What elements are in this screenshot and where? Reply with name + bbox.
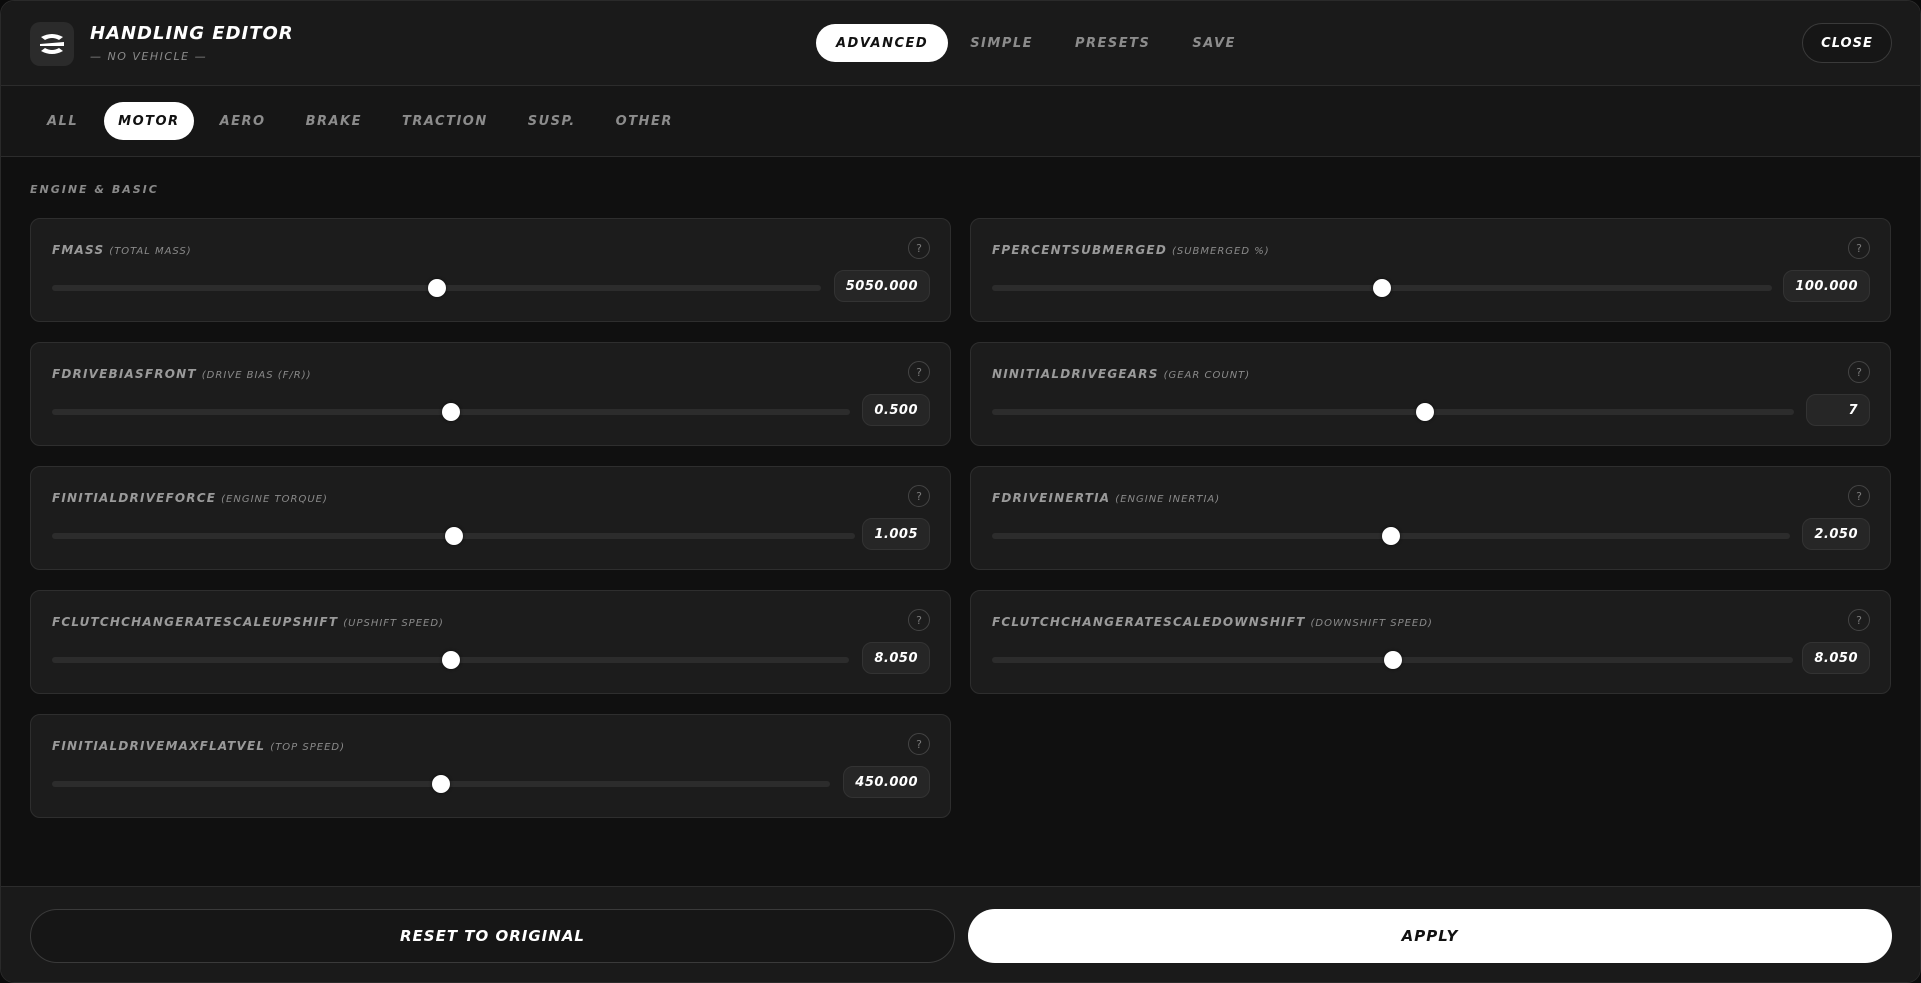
field-name: fMass (52, 243, 105, 257)
mode-tabs: Advanced Simple Presets Save (816, 24, 1258, 62)
help-icon[interactable]: ? (1848, 237, 1870, 259)
field-card: fDriveInertia (Engine Inertia) ? 2.050 (970, 466, 1891, 570)
slider-track[interactable] (992, 279, 1772, 297)
field-name: fDriveInertia (992, 491, 1111, 505)
apply-button[interactable]: Apply (968, 909, 1892, 963)
slider-thumb[interactable] (442, 403, 460, 421)
help-icon[interactable]: ? (1848, 609, 1870, 631)
value-input[interactable]: 8.050 (862, 642, 930, 674)
tab-simple[interactable]: Simple (950, 24, 1053, 62)
category-tab-aero[interactable]: Aero (206, 102, 280, 140)
slider-track[interactable] (992, 651, 1793, 669)
slider-thumb[interactable] (427, 279, 446, 297)
field-label: fClutchChangeRateScaleUpShift (Upshift Sp… (52, 615, 444, 629)
field-label: fInitialDriveMaxFlatVel (Top Speed) (52, 739, 345, 753)
vehicle-subtitle: — No Vehicle — (90, 50, 208, 63)
field-card: fClutchChangeRateScaleUpShift (Upshift Sp… (30, 590, 951, 694)
help-icon[interactable]: ? (1848, 485, 1870, 507)
category-tab-susp[interactable]: Susp. (514, 102, 590, 140)
close-button[interactable]: Close (1802, 23, 1892, 63)
slider-track[interactable] (992, 527, 1790, 545)
slider-track[interactable] (52, 279, 821, 297)
slider-thumb[interactable] (1382, 527, 1400, 545)
help-icon[interactable]: ? (908, 237, 930, 259)
slider-track[interactable] (52, 403, 850, 421)
help-icon[interactable]: ? (1848, 361, 1870, 383)
field-name: fPercentSubmerged (992, 243, 1167, 257)
handling-editor-window: Handling Editor — No Vehicle — Advanced … (0, 0, 1921, 983)
app-title: Handling Editor (90, 23, 294, 44)
tab-presets[interactable]: Presets (1055, 24, 1170, 62)
field-description: (Gear Count) (1163, 370, 1251, 381)
field-description: (Top Speed) (270, 742, 346, 753)
field-description: (Downshift Speed) (1310, 618, 1433, 629)
field-label: fMass (Total Mass) (52, 243, 192, 257)
field-card: fClutchChangeRateScaleDownShift (Downshif… (970, 590, 1891, 694)
header: Handling Editor — No Vehicle — Advanced … (1, 1, 1920, 86)
value-input[interactable]: 7 (1806, 394, 1870, 426)
slider-track[interactable] (52, 527, 855, 545)
slider-track[interactable] (52, 775, 830, 793)
tab-advanced[interactable]: Advanced (816, 24, 949, 62)
field-card: fInitialDriveMaxFlatVel (Top Speed) ? 450… (30, 714, 951, 818)
field-name: fClutchChangeRateScaleDownShift (992, 615, 1306, 629)
field-description: (Drive Bias (F/R)) (201, 370, 312, 381)
field-label: fDriveInertia (Engine Inertia) (992, 491, 1220, 505)
section-title: Engine & Basic (30, 183, 159, 196)
help-icon[interactable]: ? (908, 733, 930, 755)
value-input[interactable]: 100.000 (1783, 270, 1870, 302)
tab-save[interactable]: Save (1172, 24, 1255, 62)
value-input[interactable]: 0.500 (862, 394, 930, 426)
help-icon[interactable]: ? (908, 361, 930, 383)
category-tabs: All Motor Aero Brake Traction Susp. Othe… (33, 102, 699, 140)
slider-thumb[interactable] (1416, 403, 1435, 421)
field-card: fDriveBiasFront (Drive Bias (F/R)) ? 0.50… (30, 342, 951, 446)
field-name: fDriveBiasFront (52, 367, 197, 381)
field-description: (Total Mass) (109, 246, 192, 257)
slider-thumb[interactable] (432, 775, 450, 793)
value-input[interactable]: 5050.000 (833, 270, 930, 302)
category-tab-other[interactable]: Other (602, 102, 687, 140)
field-name: nInitialDriveGears (992, 367, 1159, 381)
value-input[interactable]: 450.000 (843, 766, 930, 798)
field-label: nInitialDriveGears (Gear Count) (992, 367, 1250, 381)
slider-thumb[interactable] (1383, 651, 1402, 669)
category-tab-brake[interactable]: Brake (292, 102, 376, 140)
field-name: fInitialDriveForce (52, 491, 217, 505)
field-card: fMass (Total Mass) ? 5050.000 (30, 218, 951, 322)
slider-track[interactable] (992, 403, 1794, 421)
field-name: fClutchChangeRateScaleUpShift (52, 615, 339, 629)
field-description: (Upshift Speed) (343, 618, 444, 629)
category-tab-all[interactable]: All (33, 102, 92, 140)
footer: Reset to Original Apply (1, 886, 1920, 982)
field-description: (Submerged %) (1171, 246, 1270, 257)
field-description: (Engine Inertia) (1115, 494, 1221, 505)
category-tab-traction[interactable]: Traction (388, 102, 502, 140)
slider-thumb[interactable] (441, 651, 460, 669)
field-card: nInitialDriveGears (Gear Count) ? 7 (970, 342, 1891, 446)
value-input[interactable]: 8.050 (1802, 642, 1870, 674)
reset-button[interactable]: Reset to Original (30, 909, 955, 963)
value-input[interactable]: 2.050 (1802, 518, 1870, 550)
field-label: fInitialDriveForce (Engine Torque) (52, 491, 328, 505)
slider-track[interactable] (52, 651, 849, 669)
field-card: fPercentSubmerged (Submerged %) ? 100.000 (970, 218, 1891, 322)
category-bar: All Motor Aero Brake Traction Susp. Othe… (1, 86, 1920, 157)
field-label: fDriveBiasFront (Drive Bias (F/R)) (52, 367, 312, 381)
category-tab-motor[interactable]: Motor (104, 102, 194, 140)
field-name: fInitialDriveMaxFlatVel (52, 739, 266, 753)
value-input[interactable]: 1.005 (862, 518, 930, 550)
help-icon[interactable]: ? (908, 609, 930, 631)
help-icon[interactable]: ? (908, 485, 930, 507)
field-description: (Engine Torque) (221, 494, 328, 505)
field-card: fInitialDriveForce (Engine Torque) ? 1.00… (30, 466, 951, 570)
slider-thumb[interactable] (1373, 279, 1391, 297)
field-label: fClutchChangeRateScaleDownShift (Downshif… (992, 615, 1433, 629)
slider-thumb[interactable] (444, 527, 463, 545)
field-label: fPercentSubmerged (Submerged %) (992, 243, 1270, 257)
swirl-logo-icon (30, 22, 74, 66)
